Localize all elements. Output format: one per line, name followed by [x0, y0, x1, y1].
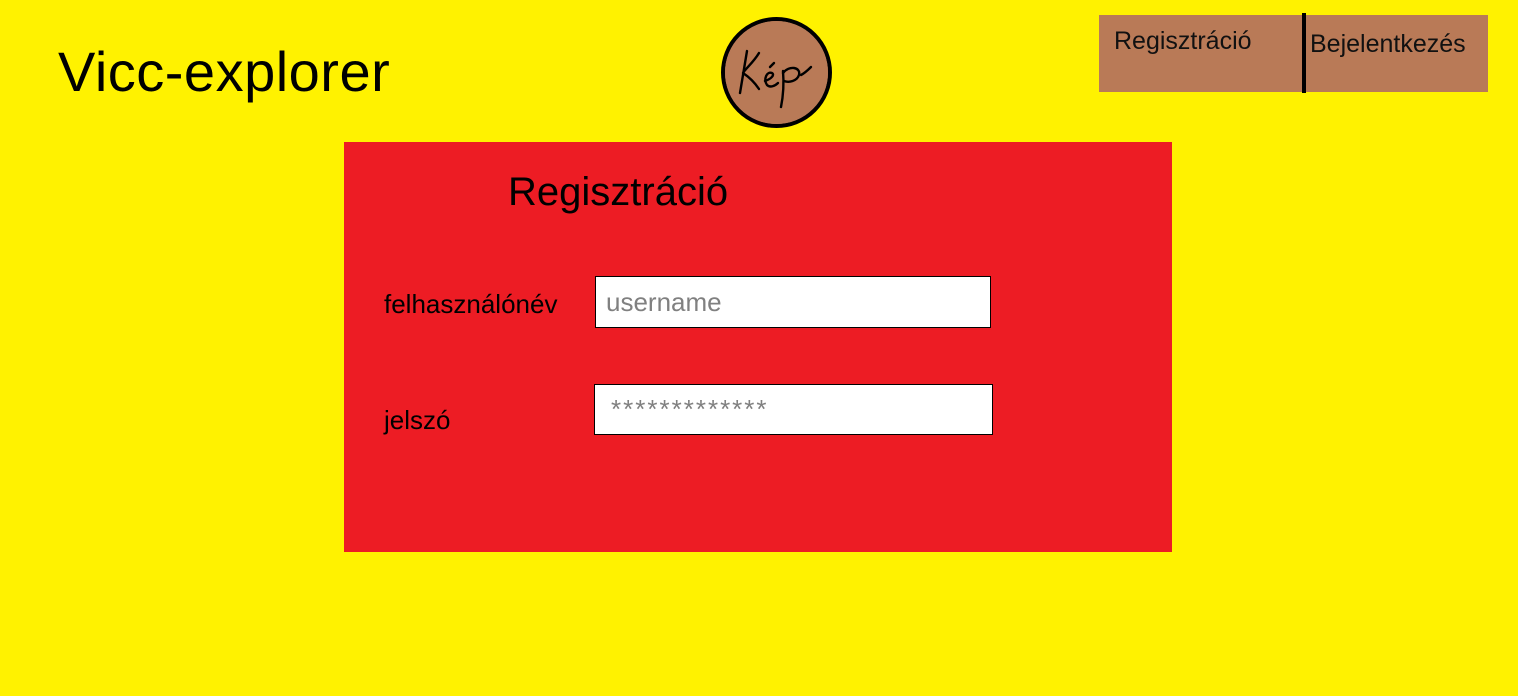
- app-title: Vicc-explorer: [58, 40, 391, 103]
- logo-background: [725, 21, 828, 124]
- username-label: felhasználónév: [384, 289, 558, 319]
- password-input[interactable]: [594, 384, 993, 435]
- login-nav-button[interactable]: Bejelentkezés: [1306, 15, 1488, 92]
- registration-panel: Regisztráció felhasználónév jelszó: [344, 142, 1172, 552]
- password-label: jelszó: [384, 405, 451, 435]
- registration-title: Regisztráció: [508, 170, 729, 214]
- logo: [721, 17, 832, 128]
- handwritten-logo-icon: [725, 21, 828, 124]
- top-nav: Regisztráció Bejelentkezés: [1099, 13, 1488, 93]
- username-input[interactable]: [595, 276, 991, 328]
- page: Vicc-explorer Regisztráció Bejelentkezés…: [0, 0, 1518, 696]
- register-nav-button[interactable]: Regisztráció: [1099, 15, 1302, 92]
